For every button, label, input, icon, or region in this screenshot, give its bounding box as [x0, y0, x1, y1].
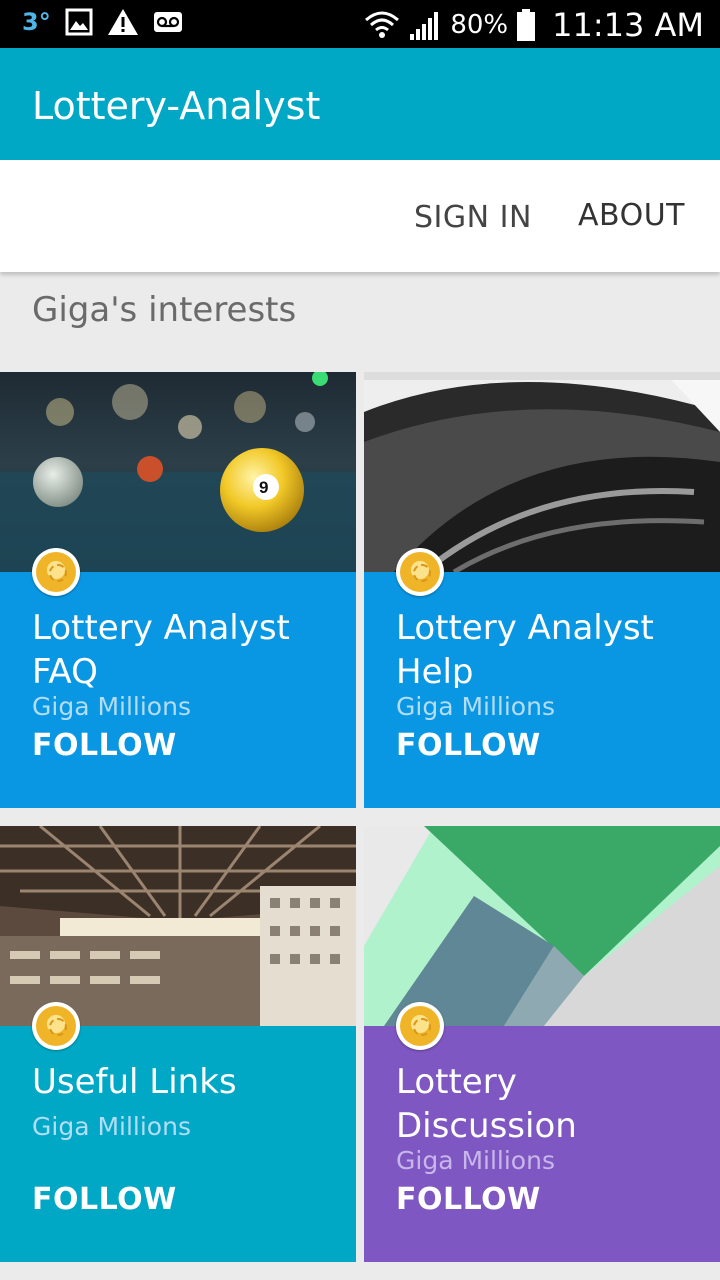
lottery-badge-icon	[396, 1002, 444, 1050]
card-subtitle: Giga Millions	[32, 692, 191, 721]
weather-temp: 3°	[22, 8, 51, 36]
follow-button[interactable]: FOLLOW	[396, 1182, 541, 1217]
card-subtitle: Giga Millions	[32, 1112, 191, 1141]
svg-text:9: 9	[259, 478, 268, 497]
lottery-badge-icon	[396, 548, 444, 596]
battery-icon	[517, 9, 536, 41]
lottery-badge-icon	[32, 1002, 80, 1050]
card-title: Lottery Analyst Help	[396, 608, 654, 688]
warning-icon	[107, 9, 138, 35]
interest-card-help[interactable]: Lottery Analyst Help Giga Millions FOLLO…	[364, 372, 720, 808]
billiards-image: 9	[0, 372, 356, 572]
section-title: Giga's interests	[32, 290, 297, 330]
photo-icon	[65, 8, 93, 36]
card-title: Useful Links	[32, 1062, 237, 1102]
lottery-badge-icon	[32, 548, 80, 596]
about-button[interactable]: ABOUT	[578, 198, 685, 233]
interest-card-faq[interactable]: 9 Lottery Analyst FAQ Giga Millions FOLL…	[0, 372, 356, 808]
voicemail-icon	[153, 12, 182, 32]
follow-button[interactable]: FOLLOW	[32, 728, 177, 763]
signal-icon	[410, 12, 439, 40]
battery-percent: 80%	[450, 10, 509, 40]
interest-card-discussion[interactable]: Lottery Discussion Giga Millions FOLLOW	[364, 826, 720, 1262]
card-title: Lottery Discussion	[396, 1062, 577, 1142]
action-bar: SIGN IN ABOUT	[0, 160, 720, 272]
follow-button[interactable]: FOLLOW	[32, 1182, 177, 1217]
sign-in-button[interactable]: SIGN IN	[414, 200, 532, 235]
card-subtitle: Giga Millions	[396, 692, 555, 721]
geometric-image	[364, 826, 720, 1026]
interest-card-links[interactable]: Useful Links Giga Millions FOLLOW	[0, 826, 356, 1262]
status-bar: 3° 80% 11:13 AM	[0, 0, 720, 48]
card-subtitle: Giga Millions	[396, 1146, 555, 1175]
follow-button[interactable]: FOLLOW	[396, 728, 541, 763]
clock: 11:13 AM	[552, 6, 704, 44]
app-bar: Lottery-Analyst	[0, 48, 720, 160]
wifi-icon	[365, 11, 400, 38]
architecture-image	[0, 826, 356, 1026]
building-image	[364, 372, 720, 572]
card-title: Lottery Analyst FAQ	[32, 608, 290, 688]
app-title: Lottery-Analyst	[32, 84, 321, 128]
